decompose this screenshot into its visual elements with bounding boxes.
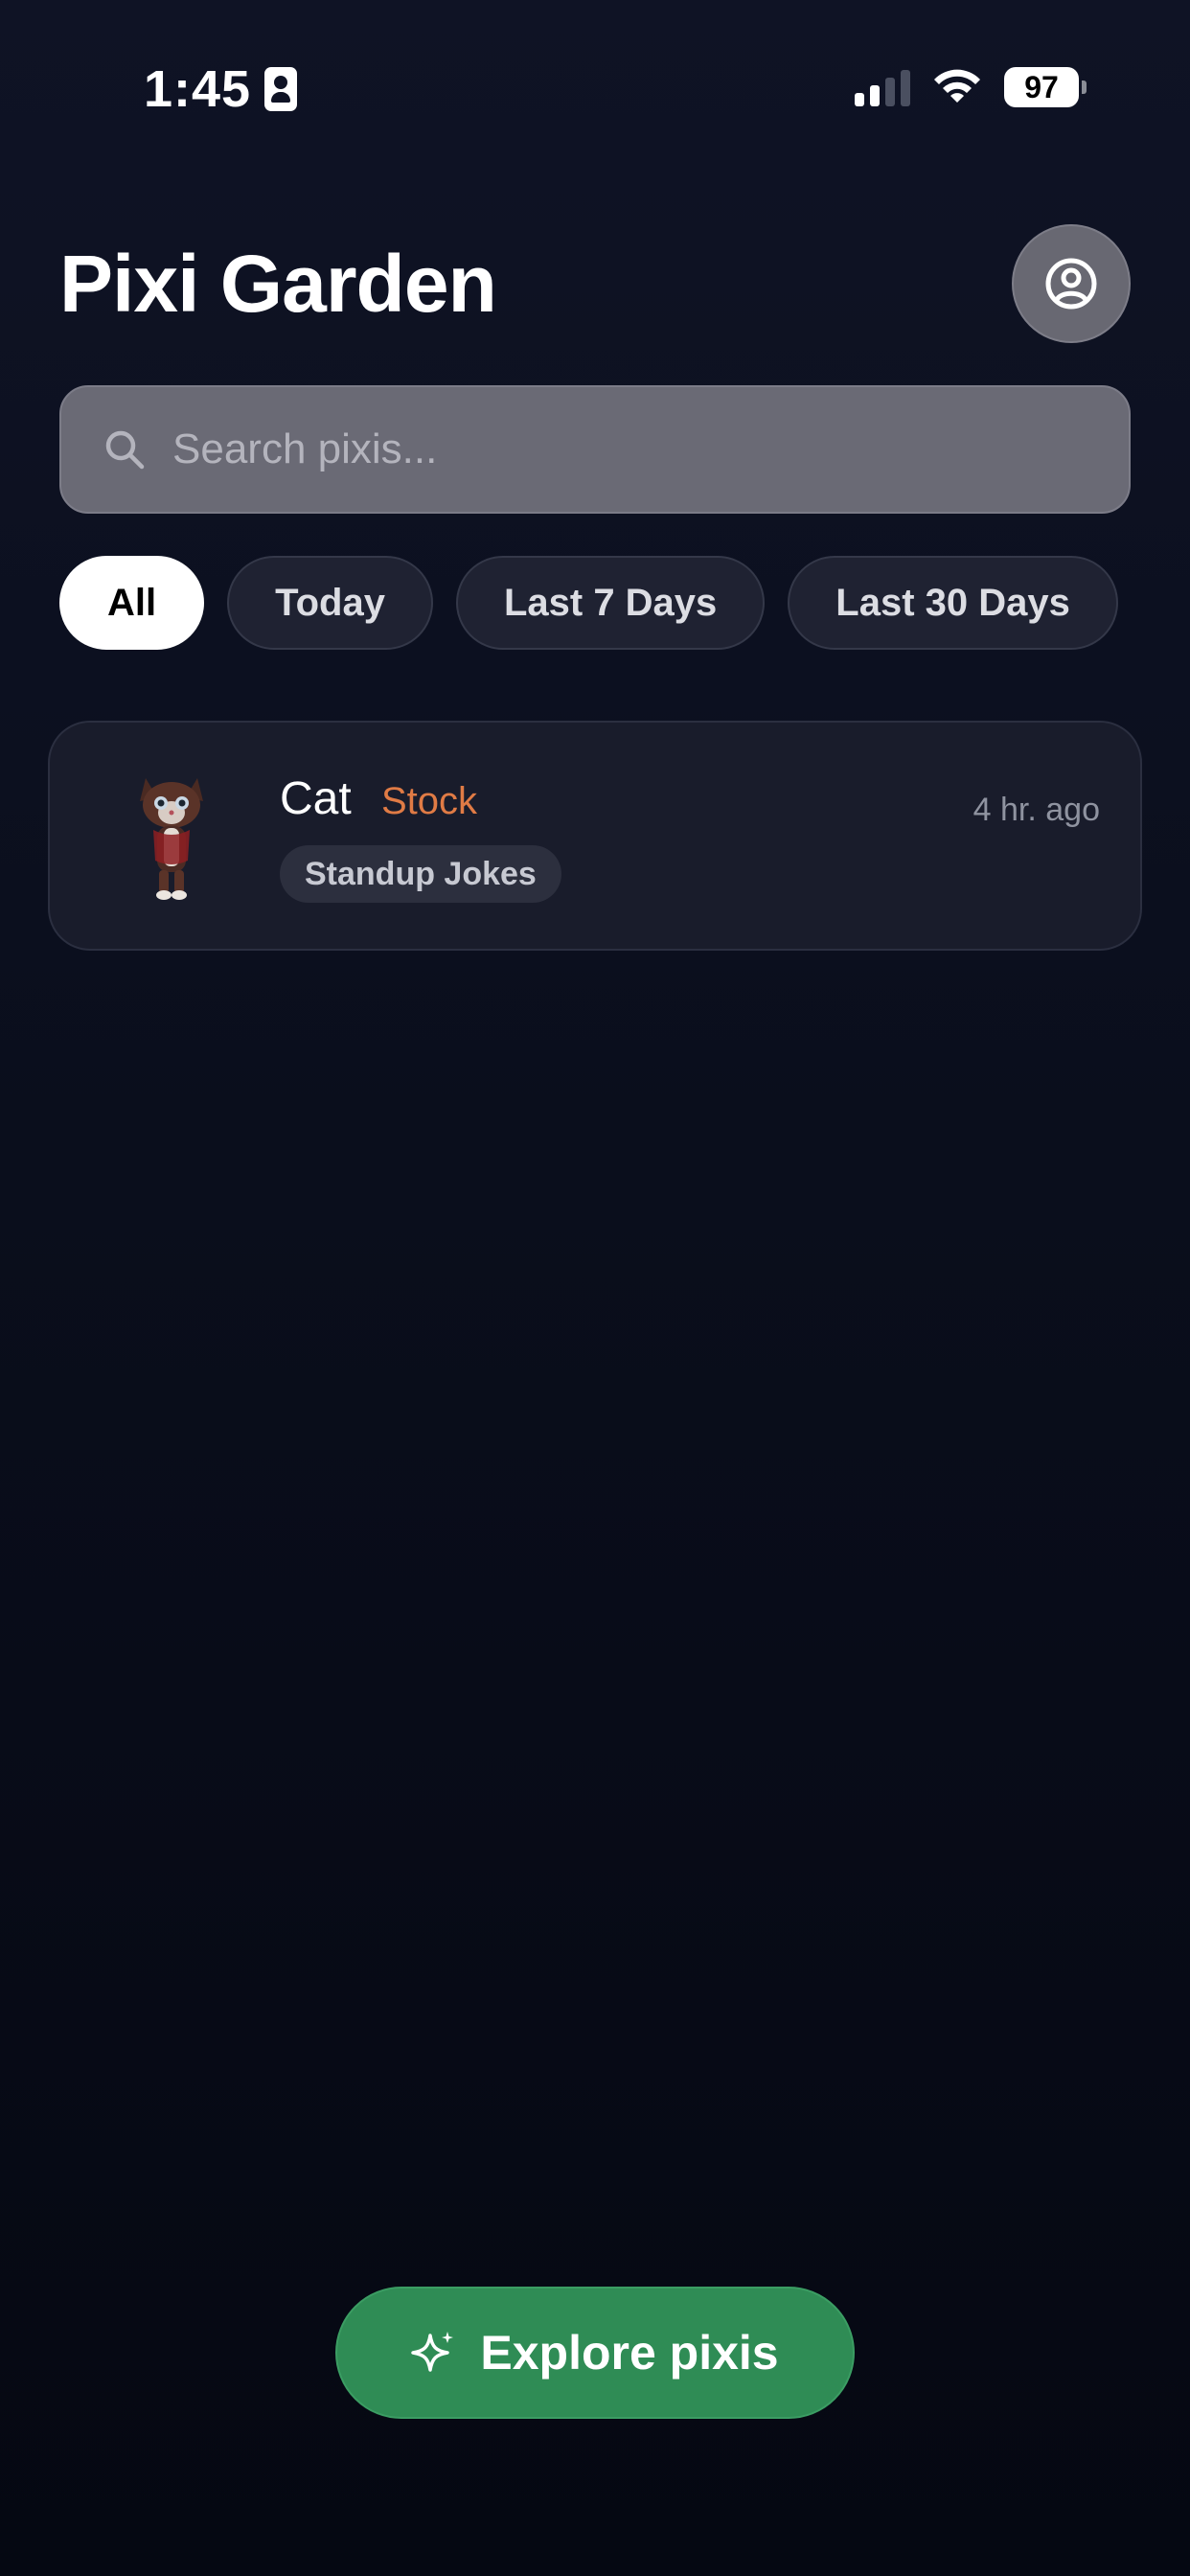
status-time: 1:45 bbox=[144, 59, 298, 119]
sparkles-icon bbox=[411, 2332, 454, 2372]
filter-last-30-days[interactable]: Last 30 Days bbox=[788, 556, 1118, 650]
search-input[interactable] bbox=[171, 425, 1037, 474]
explore-pixis-button[interactable]: Explore pixis bbox=[335, 2287, 855, 2419]
filter-all[interactable]: All bbox=[59, 556, 205, 650]
battery-icon: 97 bbox=[1004, 67, 1087, 107]
pixi-tag: Standup Jokes bbox=[280, 845, 561, 903]
pixi-timestamp: 4 hr. ago bbox=[973, 792, 1100, 828]
filter-chips: All Today Last 7 Days Last 30 Days bbox=[59, 556, 1118, 650]
explore-label: Explore pixis bbox=[480, 2326, 779, 2380]
profile-button[interactable] bbox=[1012, 224, 1131, 343]
search-bar[interactable] bbox=[59, 385, 1131, 514]
clock-text: 1:45 bbox=[144, 60, 252, 118]
battery-level: 97 bbox=[1004, 67, 1079, 107]
search-icon bbox=[105, 430, 145, 470]
cellular-signal-icon bbox=[855, 68, 910, 106]
cat-avatar bbox=[140, 778, 203, 900]
filter-today[interactable]: Today bbox=[227, 556, 433, 650]
wifi-icon bbox=[934, 69, 980, 103]
filter-last-7-days[interactable]: Last 7 Days bbox=[455, 556, 766, 650]
pixi-type: Stock bbox=[381, 780, 478, 822]
status-indicators: 97 bbox=[855, 67, 1087, 107]
pixi-name: Cat bbox=[280, 773, 352, 824]
contact-card-icon bbox=[264, 67, 298, 111]
pixi-card[interactable]: Cat Stock 4 hr. ago Standup Jokes bbox=[48, 721, 1142, 951]
status-bar: 1:45 97 bbox=[0, 0, 1190, 182]
user-circle-icon bbox=[1045, 258, 1097, 310]
page-title: Pixi Garden bbox=[59, 239, 497, 329]
